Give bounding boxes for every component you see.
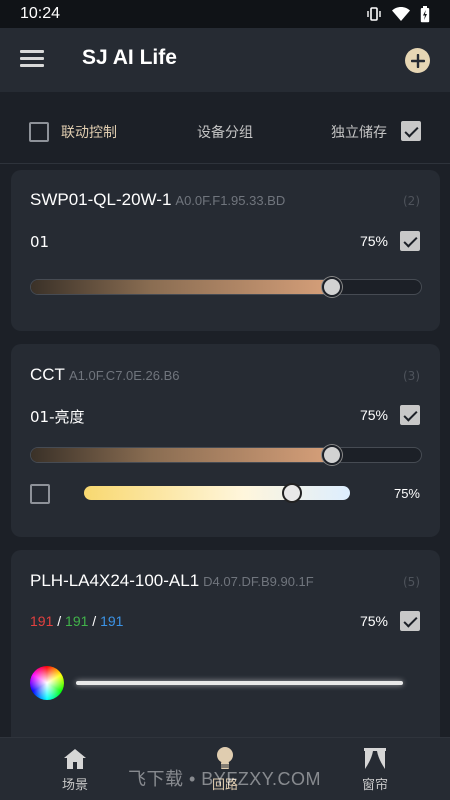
status-bar: 10:24 [0, 0, 450, 28]
watermark: 飞下载 • BYFZXY.COM [128, 769, 321, 789]
slider-fill [31, 448, 332, 462]
control-toolbar: 联动控制 设备分组 独立储存 [0, 92, 450, 164]
menu-icon[interactable] [20, 50, 44, 70]
channel-label: 01-亮度 [30, 408, 85, 426]
brightness-percent: 75% [359, 613, 388, 629]
independent-storage-checkbox[interactable] [401, 121, 421, 141]
nav-item-scenes[interactable]: 场景 [40, 746, 110, 793]
device-name: SWP01-QL-20W-1 A0.0F.F1.95.33.BD [30, 190, 286, 209]
device-group-button[interactable]: 设备分组 [197, 122, 253, 142]
independent-storage-label: 独立储存 [331, 125, 387, 141]
channel-checkbox[interactable] [400, 405, 420, 425]
device-index: (3) [403, 369, 420, 383]
brightness-percent: 75% [359, 407, 388, 423]
slider-knob[interactable] [321, 445, 342, 465]
wifi-icon [392, 7, 410, 21]
link-control-label[interactable]: 联动控制 [61, 122, 117, 142]
link-control-checkbox[interactable] [29, 122, 49, 142]
slider-knob[interactable] [281, 483, 302, 503]
vibrate-icon [367, 7, 381, 21]
cct-checkbox[interactable] [30, 484, 50, 504]
device-mac: D4.07.DF.B9.90.1F [203, 574, 314, 589]
status-icons [366, 5, 430, 23]
red-value: 191 [30, 613, 54, 629]
device-name: PLH-LA4X24-100-AL1 D4.07.DF.B9.90.1F [30, 571, 314, 590]
add-device-button[interactable] [405, 48, 430, 73]
blue-value: 191 [100, 613, 124, 629]
white-level-slider[interactable] [76, 681, 403, 685]
brightness-slider[interactable] [30, 277, 422, 297]
device-mac: A0.0F.F1.95.33.BD [175, 193, 286, 208]
brightness-percent: 75% [359, 233, 388, 249]
curtain-icon [364, 748, 386, 769]
color-temperature-slider[interactable] [84, 483, 350, 503]
device-name: CCT A1.0F.C7.0E.26.B6 [30, 365, 180, 384]
channel-label: 01 [30, 233, 50, 251]
house-icon [64, 749, 86, 769]
color-wheel-icon[interactable] [30, 666, 64, 700]
nav-item-curtains[interactable]: 窗帘 [340, 746, 410, 793]
slider-fill [31, 280, 332, 294]
device-mac: A1.0F.C7.0E.26.B6 [68, 368, 180, 383]
rgb-values: 191 / 191 / 191 [30, 613, 124, 629]
battery-icon [420, 5, 430, 22]
brightness-slider[interactable] [30, 445, 422, 465]
device-index: (2) [403, 194, 420, 208]
cct-percent: 75% [393, 486, 420, 501]
app-bar: SJ AI Life [0, 28, 450, 92]
device-index: (5) [403, 575, 420, 589]
channel-checkbox[interactable] [400, 231, 420, 251]
device-card: PLH-LA4X24-100-AL1 D4.07.DF.B9.90.1F (5) … [11, 550, 440, 750]
app-title: SJ AI Life [82, 46, 177, 69]
plus-icon [410, 53, 425, 68]
device-card: CCT A1.0F.C7.0E.26.B6 (3) 01-亮度 75% 75% [11, 344, 440, 537]
status-time: 10:24 [20, 5, 61, 22]
green-value: 191 [65, 613, 89, 629]
slider-knob[interactable] [321, 277, 342, 297]
channel-checkbox[interactable] [400, 611, 420, 631]
device-card: SWP01-QL-20W-1 A0.0F.F1.95.33.BD (2) 01 7… [11, 170, 440, 331]
